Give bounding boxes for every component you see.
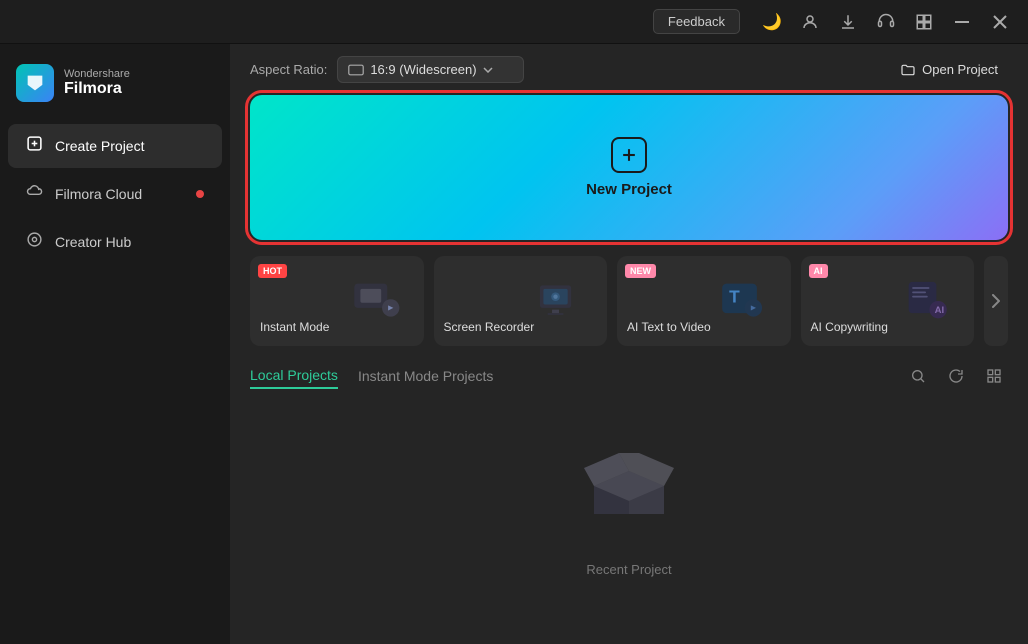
instant-mode-image [328,256,423,346]
sidebar-item-creator-hub[interactable]: Creator Hub [8,220,222,264]
logo-icon [16,64,54,102]
toolbar: Aspect Ratio: 16:9 (Widescreen) Open Pro… [230,44,1028,95]
creator-hub-icon [26,231,43,253]
quick-action-label: Instant Mode [260,320,329,336]
logo-brand: Wondershare [64,68,130,80]
search-button[interactable] [904,362,932,390]
quick-action-label: Screen Recorder [444,320,535,336]
main-content: Aspect Ratio: 16:9 (Widescreen) Open Pro… [230,44,1028,644]
sidebar-item-create-project[interactable]: Create Project [8,124,222,168]
new-project-label: New Project [586,181,672,198]
aspect-ratio-label: Aspect Ratio: [250,62,327,77]
tab-instant-mode-projects[interactable]: Instant Mode Projects [358,364,493,388]
new-badge: NEW [625,264,656,278]
quick-action-ai-text-to-video[interactable]: NEW T AI Text to Video [617,256,791,346]
cloud-icon [26,183,43,205]
download-icon[interactable] [832,6,864,38]
new-project-banner[interactable]: New Project [250,95,1008,240]
create-project-icon [26,135,43,157]
empty-state: Recent Project [250,406,1008,607]
projects-section: Local Projects Instant Mode Projects [230,362,1028,644]
open-project-button[interactable]: Open Project [890,57,1008,83]
avatar-icon[interactable] [794,6,826,38]
hot-badge: HOT [258,264,287,278]
empty-box-icon [574,436,684,548]
projects-tabs: Local Projects Instant Mode Projects [250,362,1008,390]
logo-area: Wondershare Filmora [0,54,230,122]
ai-badge: AI [809,264,828,278]
refresh-button[interactable] [942,362,970,390]
sidebar: Wondershare Filmora Create Project Filmo… [0,44,230,644]
tab-local-projects[interactable]: Local Projects [250,363,338,389]
app-body: Wondershare Filmora Create Project Filmo… [0,44,1028,644]
quick-actions-row: HOT Instant Mode Screen Recorder NEW T A… [230,256,1028,362]
grid-view-icon[interactable] [908,6,940,38]
grid-layout-button[interactable] [980,362,1008,390]
empty-state-label: Recent Project [586,562,671,577]
quick-action-instant-mode[interactable]: HOT Instant Mode [250,256,424,346]
minimize-button[interactable] [946,6,978,38]
theme-icon[interactable]: 🌙 [756,6,788,38]
quick-action-screen-recorder[interactable]: Screen Recorder [434,256,608,346]
titlebar: Feedback 🌙 [0,0,1028,44]
tab-actions [904,362,1008,390]
quick-actions-more-button[interactable] [984,256,1008,346]
ai-copywriting-image: AI [879,256,974,346]
aspect-ratio-value: 16:9 (Widescreen) [370,62,476,77]
new-project-plus-icon [611,137,647,173]
close-button[interactable] [984,6,1016,38]
chevron-down-icon [483,67,493,73]
notification-dot [196,190,204,198]
aspect-ratio-selector[interactable]: 16:9 (Widescreen) [337,56,523,83]
headset-icon[interactable] [870,6,902,38]
quick-action-ai-copywriting[interactable]: AI AI AI Copywriting [801,256,975,346]
sidebar-item-label: Filmora Cloud [55,186,142,202]
logo-text: Wondershare Filmora [64,68,130,98]
quick-action-label: AI Copywriting [811,320,888,336]
quick-action-label: AI Text to Video [627,320,711,336]
svg-text:AI: AI [935,305,945,316]
sidebar-item-label: Create Project [55,138,144,154]
sidebar-item-filmora-cloud[interactable]: Filmora Cloud [8,172,222,216]
svg-text:T: T [729,287,740,307]
logo-product: Filmora [64,80,130,98]
folder-icon [900,62,916,78]
open-project-label: Open Project [922,62,998,77]
sidebar-item-label: Creator Hub [55,234,131,250]
feedback-button[interactable]: Feedback [653,9,740,34]
